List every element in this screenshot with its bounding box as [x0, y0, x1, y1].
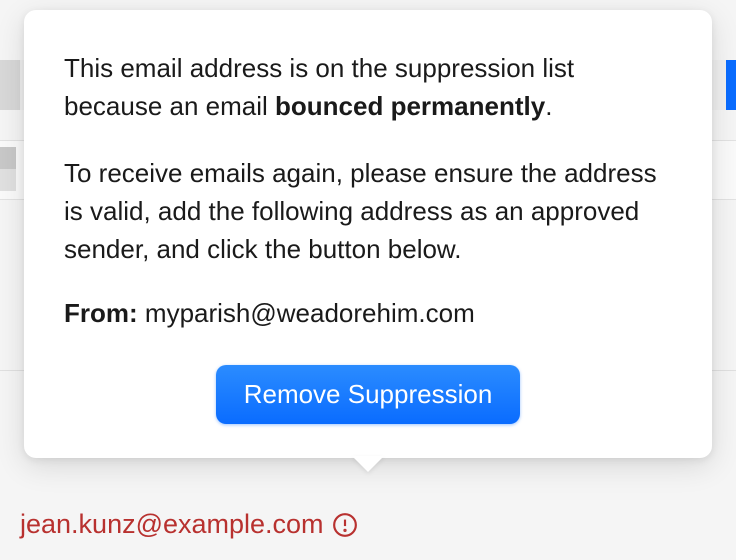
- reason-bold: bounced permanently: [275, 91, 545, 121]
- suppressed-email-link[interactable]: jean.kunz@example.com: [20, 509, 358, 540]
- from-value: myparish@weadorehim.com: [145, 298, 475, 328]
- remove-suppression-button[interactable]: Remove Suppression: [216, 365, 521, 424]
- reason-suffix: .: [545, 91, 552, 121]
- button-container: Remove Suppression: [64, 365, 672, 424]
- suppression-instructions-text: To receive emails again, please ensure t…: [64, 155, 672, 268]
- suppressed-email-text: jean.kunz@example.com: [20, 509, 324, 540]
- suppression-popover: This email address is on the suppression…: [24, 10, 712, 458]
- warning-icon: [332, 512, 358, 538]
- suppression-reason-text: This email address is on the suppression…: [64, 50, 672, 125]
- from-label: From:: [64, 298, 138, 328]
- from-line: From: myparish@weadorehim.com: [64, 298, 672, 329]
